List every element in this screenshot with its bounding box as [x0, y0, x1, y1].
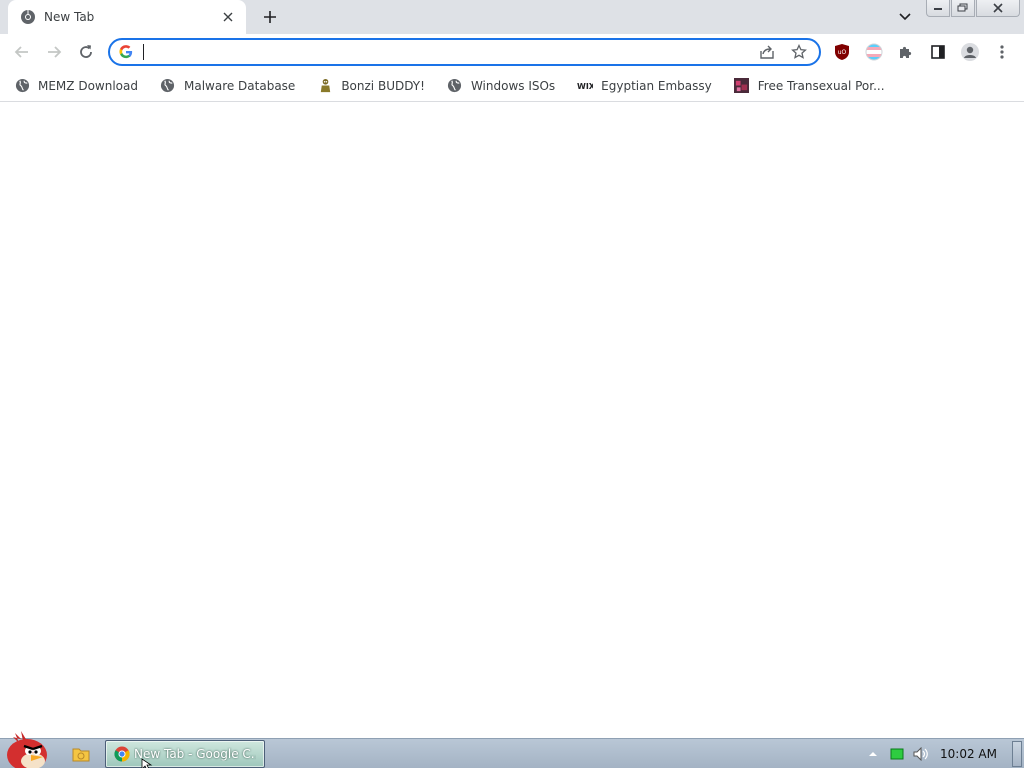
bookmark-label: Windows ISOs: [470, 78, 556, 93]
bookmark-malware-database[interactable]: Malware Database: [154, 73, 303, 99]
chrome-icon: [20, 9, 36, 25]
site-icon: [734, 78, 750, 94]
google-g-icon: [118, 44, 134, 60]
forward-button[interactable]: [40, 38, 68, 66]
bookmark-windows-isos[interactable]: Windows ISOs: [441, 73, 563, 99]
close-icon[interactable]: [976, 0, 1020, 17]
side-panel-icon[interactable]: [926, 40, 950, 64]
mouse-cursor-icon: [141, 758, 153, 768]
bookmark-label: Egyptian Embassy: [601, 78, 712, 93]
profile-icon[interactable]: [958, 40, 982, 64]
reload-button[interactable]: [72, 38, 100, 66]
restore-icon[interactable]: [951, 0, 975, 17]
new-tab-button[interactable]: [258, 5, 282, 29]
tab-strip: New Tab: [0, 0, 1024, 34]
globe-icon: [14, 78, 30, 94]
bonzi-icon: [317, 78, 333, 94]
address-input[interactable]: [144, 42, 747, 62]
bookmark-memz-download[interactable]: MEMZ Download: [8, 73, 146, 99]
toolbar: uO: [0, 34, 1024, 70]
puzzle-icon[interactable]: [894, 40, 918, 64]
taskbar-window-chrome[interactable]: New Tab - Google C...: [105, 740, 265, 768]
kebab-menu-icon[interactable]: [990, 40, 1014, 64]
bookmark-label: MEMZ Download: [38, 78, 138, 93]
share-icon[interactable]: [755, 40, 779, 64]
folder-icon[interactable]: [70, 743, 92, 765]
bookmark-free-transexual[interactable]: Free Transexual Por...: [728, 73, 893, 99]
reload-icon: [80, 45, 92, 58]
chrome-icon: [114, 746, 130, 762]
taskbar: New Tab - Google C... 10:02 AM: [0, 731, 1024, 768]
wix-icon: WIX: [577, 78, 593, 94]
tray-up-arrow-icon[interactable]: [862, 743, 884, 765]
bookmark-label: Malware Database: [183, 78, 296, 93]
pride-flag-extension-icon[interactable]: [862, 40, 886, 64]
network-icon[interactable]: [886, 743, 908, 765]
show-desktop-button[interactable]: [1012, 741, 1022, 767]
page-content[interactable]: [0, 103, 1024, 738]
arrow-left-icon: [14, 46, 28, 58]
volume-icon[interactable]: [910, 743, 932, 765]
bookmark-bonzi-buddy[interactable]: Bonzi BUDDY!: [311, 73, 433, 99]
bookmark-label: Bonzi BUDDY!: [341, 78, 425, 93]
bookmarks-bar: MEMZ Download Malware Database Bonzi BUD…: [0, 70, 1024, 102]
svg-text:uO: uO: [838, 49, 847, 56]
back-button[interactable]: [8, 38, 36, 66]
ublock-icon[interactable]: uO: [830, 40, 854, 64]
star-icon[interactable]: [787, 40, 811, 64]
minimize-icon[interactable]: [926, 0, 950, 17]
bookmark-egyptian-embassy[interactable]: WIX Egyptian Embassy: [571, 73, 720, 99]
close-tab-icon[interactable]: [220, 9, 236, 25]
system-tray: [862, 739, 934, 768]
tab-new-tab[interactable]: New Tab: [8, 0, 246, 34]
window-controls: [925, 0, 1020, 17]
bookmark-label: Free Transexual Por...: [757, 78, 885, 93]
globe-icon: [447, 78, 463, 94]
svg-text:WIX: WIX: [577, 82, 593, 91]
globe-icon: [160, 78, 176, 94]
omnibox[interactable]: [108, 38, 821, 66]
tab-title: New Tab: [44, 10, 95, 24]
tab-search-chevron-down-icon[interactable]: [893, 6, 917, 28]
clock[interactable]: 10:02 AM: [940, 747, 997, 761]
angry-bird-start-icon[interactable]: [2, 731, 50, 768]
arrow-right-icon: [48, 46, 62, 58]
